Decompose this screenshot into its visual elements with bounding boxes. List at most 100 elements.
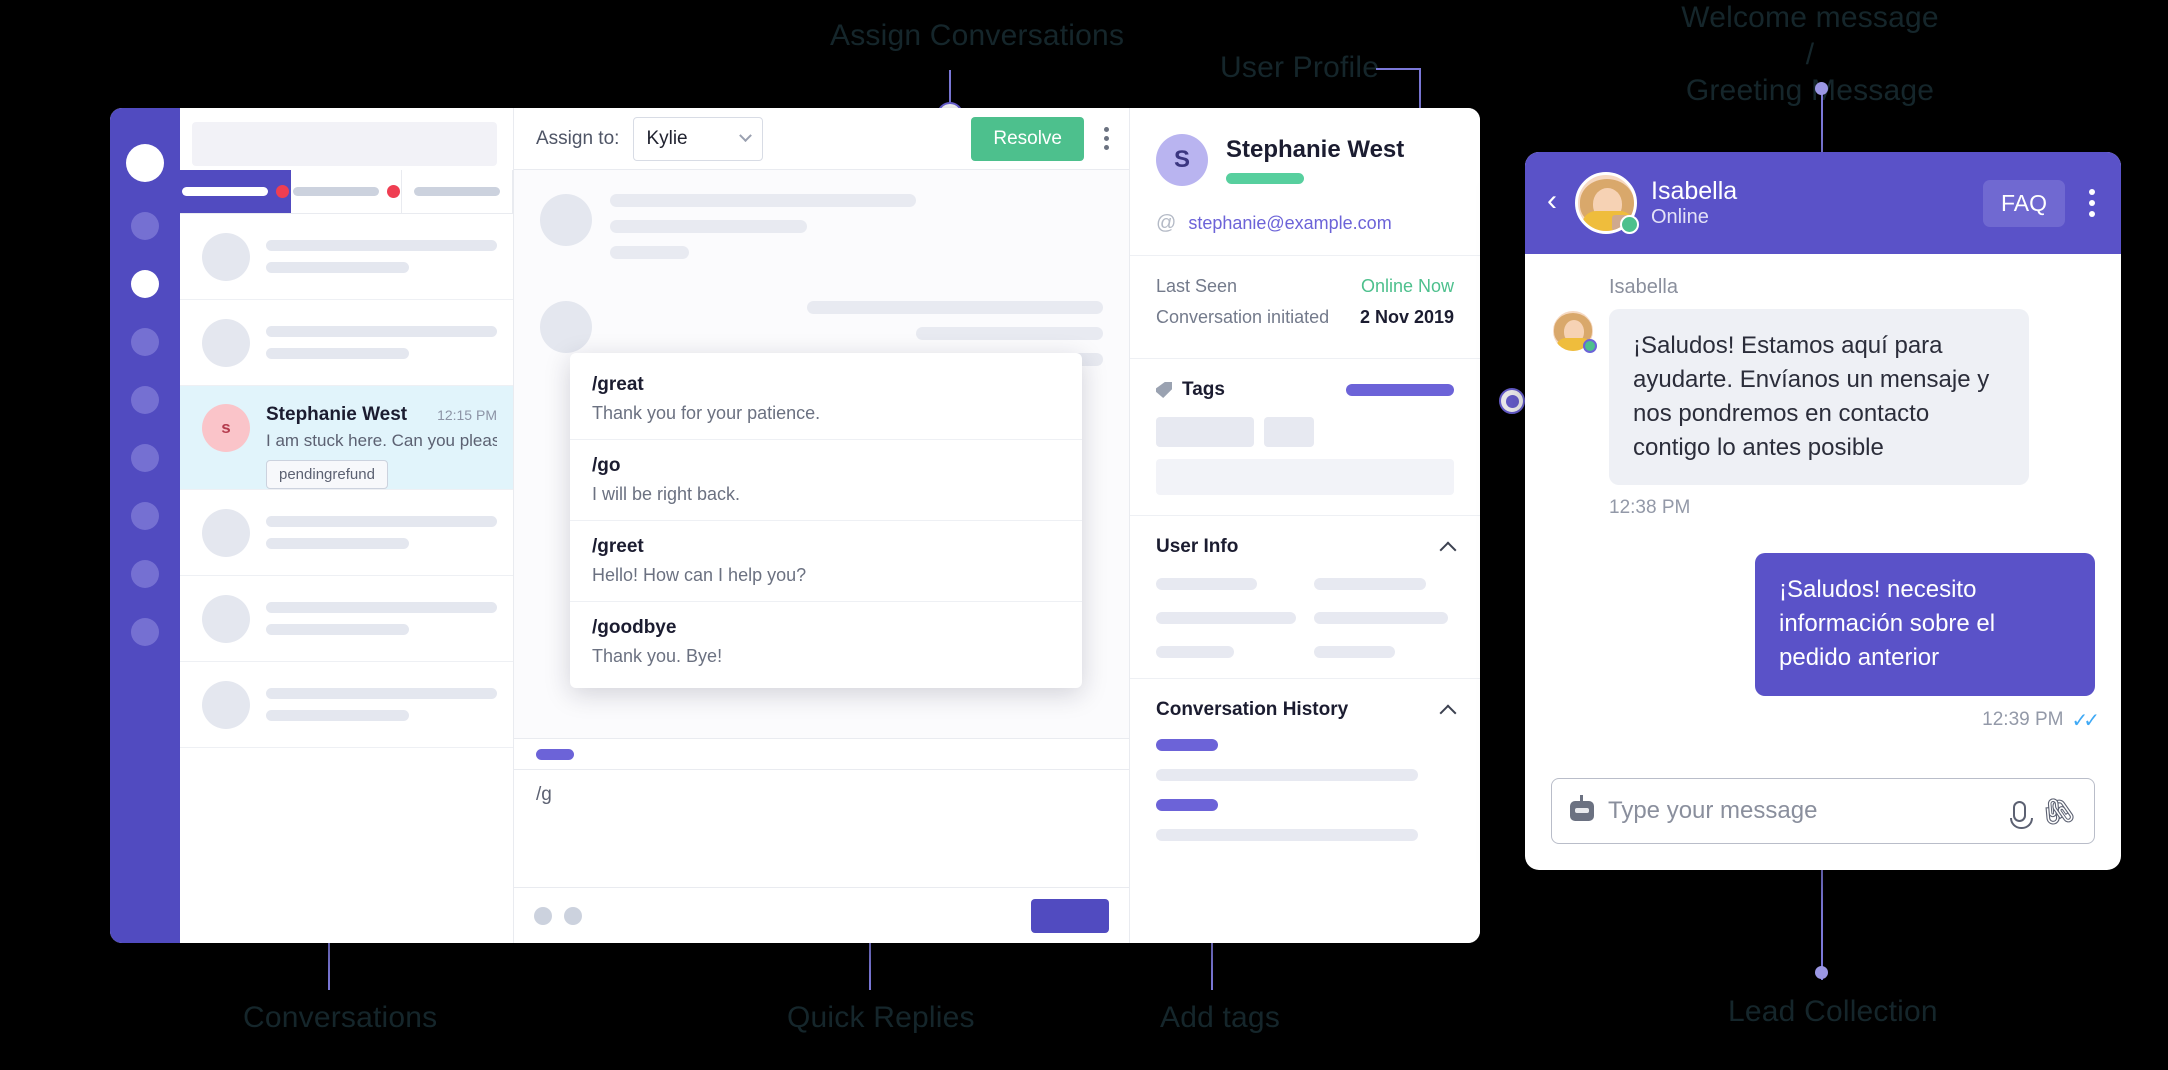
- microphone-icon[interactable]: [2010, 800, 2034, 829]
- online-indicator: [1620, 215, 1639, 234]
- attach-icon[interactable]: [564, 906, 582, 925]
- list-item[interactable]: [180, 490, 513, 576]
- list-item-placeholder: [266, 326, 497, 359]
- message-bubble: ¡Saludos! necesito información sobre el …: [1755, 553, 2095, 696]
- message-input-placeholder[interactable]: Type your message: [1608, 797, 1999, 825]
- agent-name: Isabella: [1651, 177, 1738, 206]
- message-incoming: ¡Saludos! Estamos aquí para ayudarte. En…: [1551, 309, 2095, 486]
- tab-label-placeholder: [292, 187, 379, 196]
- sidebar-item-8[interactable]: [131, 618, 159, 646]
- message-input[interactable]: /g: [514, 769, 1129, 887]
- avatar: [202, 680, 250, 729]
- sidebar-item-2-active[interactable]: [131, 270, 159, 298]
- quick-replies-popover: /great Thank you for your patience. /go …: [570, 353, 1082, 688]
- conversation-time: 12:15 PM: [437, 407, 497, 423]
- message-timestamp: 12:39 PM: [1982, 709, 2064, 731]
- app-sidebar-rail: [110, 108, 292, 943]
- chevron-up-icon[interactable]: [1439, 704, 1457, 721]
- kebab-icon[interactable]: [1098, 121, 1115, 156]
- conversation-tabs: [180, 170, 513, 214]
- conversation-name: Stephanie West: [266, 404, 408, 425]
- list-item-placeholder: [266, 688, 497, 721]
- agent-status: Online: [1651, 205, 1709, 228]
- section-user-info: User Info: [1130, 516, 1480, 679]
- quick-reply-item[interactable]: /great Thank you for your patience.: [570, 359, 1082, 440]
- tab-badge-dot: [275, 185, 289, 198]
- annotation-conversations: Conversations: [243, 1001, 438, 1034]
- email-link[interactable]: stephanie@example.com: [1188, 213, 1391, 234]
- add-tag-button[interactable]: [1346, 384, 1454, 396]
- chevron-left-icon[interactable]: ‹: [1547, 186, 1561, 220]
- avatar: [202, 594, 250, 643]
- list-item[interactable]: [180, 662, 513, 748]
- quick-reply-command: /goodbye: [592, 617, 677, 638]
- composer-footer: [514, 887, 1129, 943]
- tab-label-placeholder: [414, 187, 500, 196]
- composer-tag-placeholder: [536, 748, 574, 760]
- quick-reply-item[interactable]: /go I will be right back.: [570, 440, 1082, 521]
- tab-badge-dot: [386, 185, 400, 198]
- avatar: [202, 318, 250, 367]
- tag-icon: [1156, 382, 1172, 398]
- conversation-list-panel: s Stephanie West 12:15 PM I am stuck her…: [180, 108, 513, 943]
- meta-value: 2 Nov 2019: [1359, 307, 1454, 327]
- kebab-icon[interactable]: [2079, 183, 2099, 223]
- search-input[interactable]: [192, 122, 497, 166]
- quick-reply-command: /go: [592, 455, 621, 476]
- list-item[interactable]: [180, 300, 513, 386]
- message-outgoing: ¡Saludos! necesito información sobre el …: [1551, 553, 2100, 732]
- widget-footer: Type your message 🖇: [1525, 760, 2121, 870]
- sidebar-item-4[interactable]: [131, 386, 159, 414]
- chevron-up-icon[interactable]: [1439, 541, 1457, 558]
- profile-header: S Stephanie West @ stephanie@example.com: [1130, 108, 1480, 256]
- annotation-user-profile: User Profile: [1220, 51, 1380, 84]
- quick-reply-command: /greet: [592, 536, 644, 557]
- resolve-button[interactable]: Resolve: [971, 116, 1084, 161]
- leader-dot-lead-bottom: [1815, 966, 1828, 979]
- message-timestamp: 12:38 PM: [1609, 497, 1691, 519]
- sidebar-item-3[interactable]: [131, 328, 159, 356]
- tab-mine[interactable]: [291, 170, 402, 213]
- quick-reply-text: Thank you. Bye!: [592, 646, 723, 666]
- quick-reply-item[interactable]: /greet Hello! How can I help you?: [570, 521, 1082, 602]
- list-item[interactable]: [180, 576, 513, 662]
- sidebar-item-5[interactable]: [131, 444, 159, 472]
- tag-chip[interactable]: [1156, 417, 1254, 447]
- assignee-select[interactable]: Kylie: [633, 116, 764, 161]
- paperclip-icon[interactable]: 🖇: [2036, 789, 2081, 832]
- sidebar-item-6[interactable]: [131, 502, 159, 530]
- annotation-assign-conversations: Assign Conversations: [830, 19, 1125, 52]
- sidebar-item-7[interactable]: [131, 560, 159, 588]
- conversation-toolbar: Assign to: Kylie Resolve: [514, 108, 1129, 170]
- tag-chip[interactable]: [1264, 417, 1314, 447]
- tab-open[interactable]: [180, 170, 291, 213]
- robot-icon[interactable]: [1570, 795, 1594, 821]
- quick-reply-item[interactable]: /goodbye Thank you. Bye!: [570, 602, 1082, 682]
- search-bar: [180, 108, 513, 170]
- chat-widget: ‹ Isabella Online FAQ Isabella ¡Saludos!…: [1525, 152, 2121, 870]
- online-indicator: [1583, 339, 1597, 353]
- quick-reply-command: /great: [592, 374, 644, 395]
- emoji-icon[interactable]: [534, 906, 552, 925]
- message-thread: /great Thank you for your patience. /go …: [514, 170, 1129, 738]
- history-list: [1156, 739, 1454, 841]
- widget-input-bar[interactable]: Type your message 🖇: [1551, 778, 2095, 844]
- assignee-value: Kylie: [646, 127, 688, 149]
- tab-all[interactable]: [402, 170, 513, 213]
- quick-reply-text: I will be right back.: [592, 484, 741, 504]
- meta-key: Conversation initiated: [1156, 307, 1330, 327]
- tag-input[interactable]: [1156, 459, 1454, 495]
- tag-chip-list: [1156, 417, 1454, 447]
- send-button[interactable]: [1031, 898, 1109, 933]
- list-item[interactable]: [180, 214, 513, 300]
- message-sender: Isabella: [1609, 276, 1678, 298]
- composer-area: /g: [514, 738, 1129, 943]
- faq-button[interactable]: FAQ: [1982, 179, 2065, 227]
- sidebar-item-1[interactable]: [131, 212, 159, 240]
- list-item-selected[interactable]: s Stephanie West 12:15 PM I am stuck her…: [180, 386, 513, 490]
- quick-reply-text: Hello! How can I help you?: [592, 565, 807, 585]
- annotation-lead-collection: Lead Collection: [1728, 995, 1938, 1028]
- user-info-grid: [1156, 578, 1454, 658]
- status-bar-placeholder: [1226, 173, 1304, 184]
- widget-message-list: Isabella ¡Saludos! Estamos aquí para ayu…: [1525, 254, 2121, 760]
